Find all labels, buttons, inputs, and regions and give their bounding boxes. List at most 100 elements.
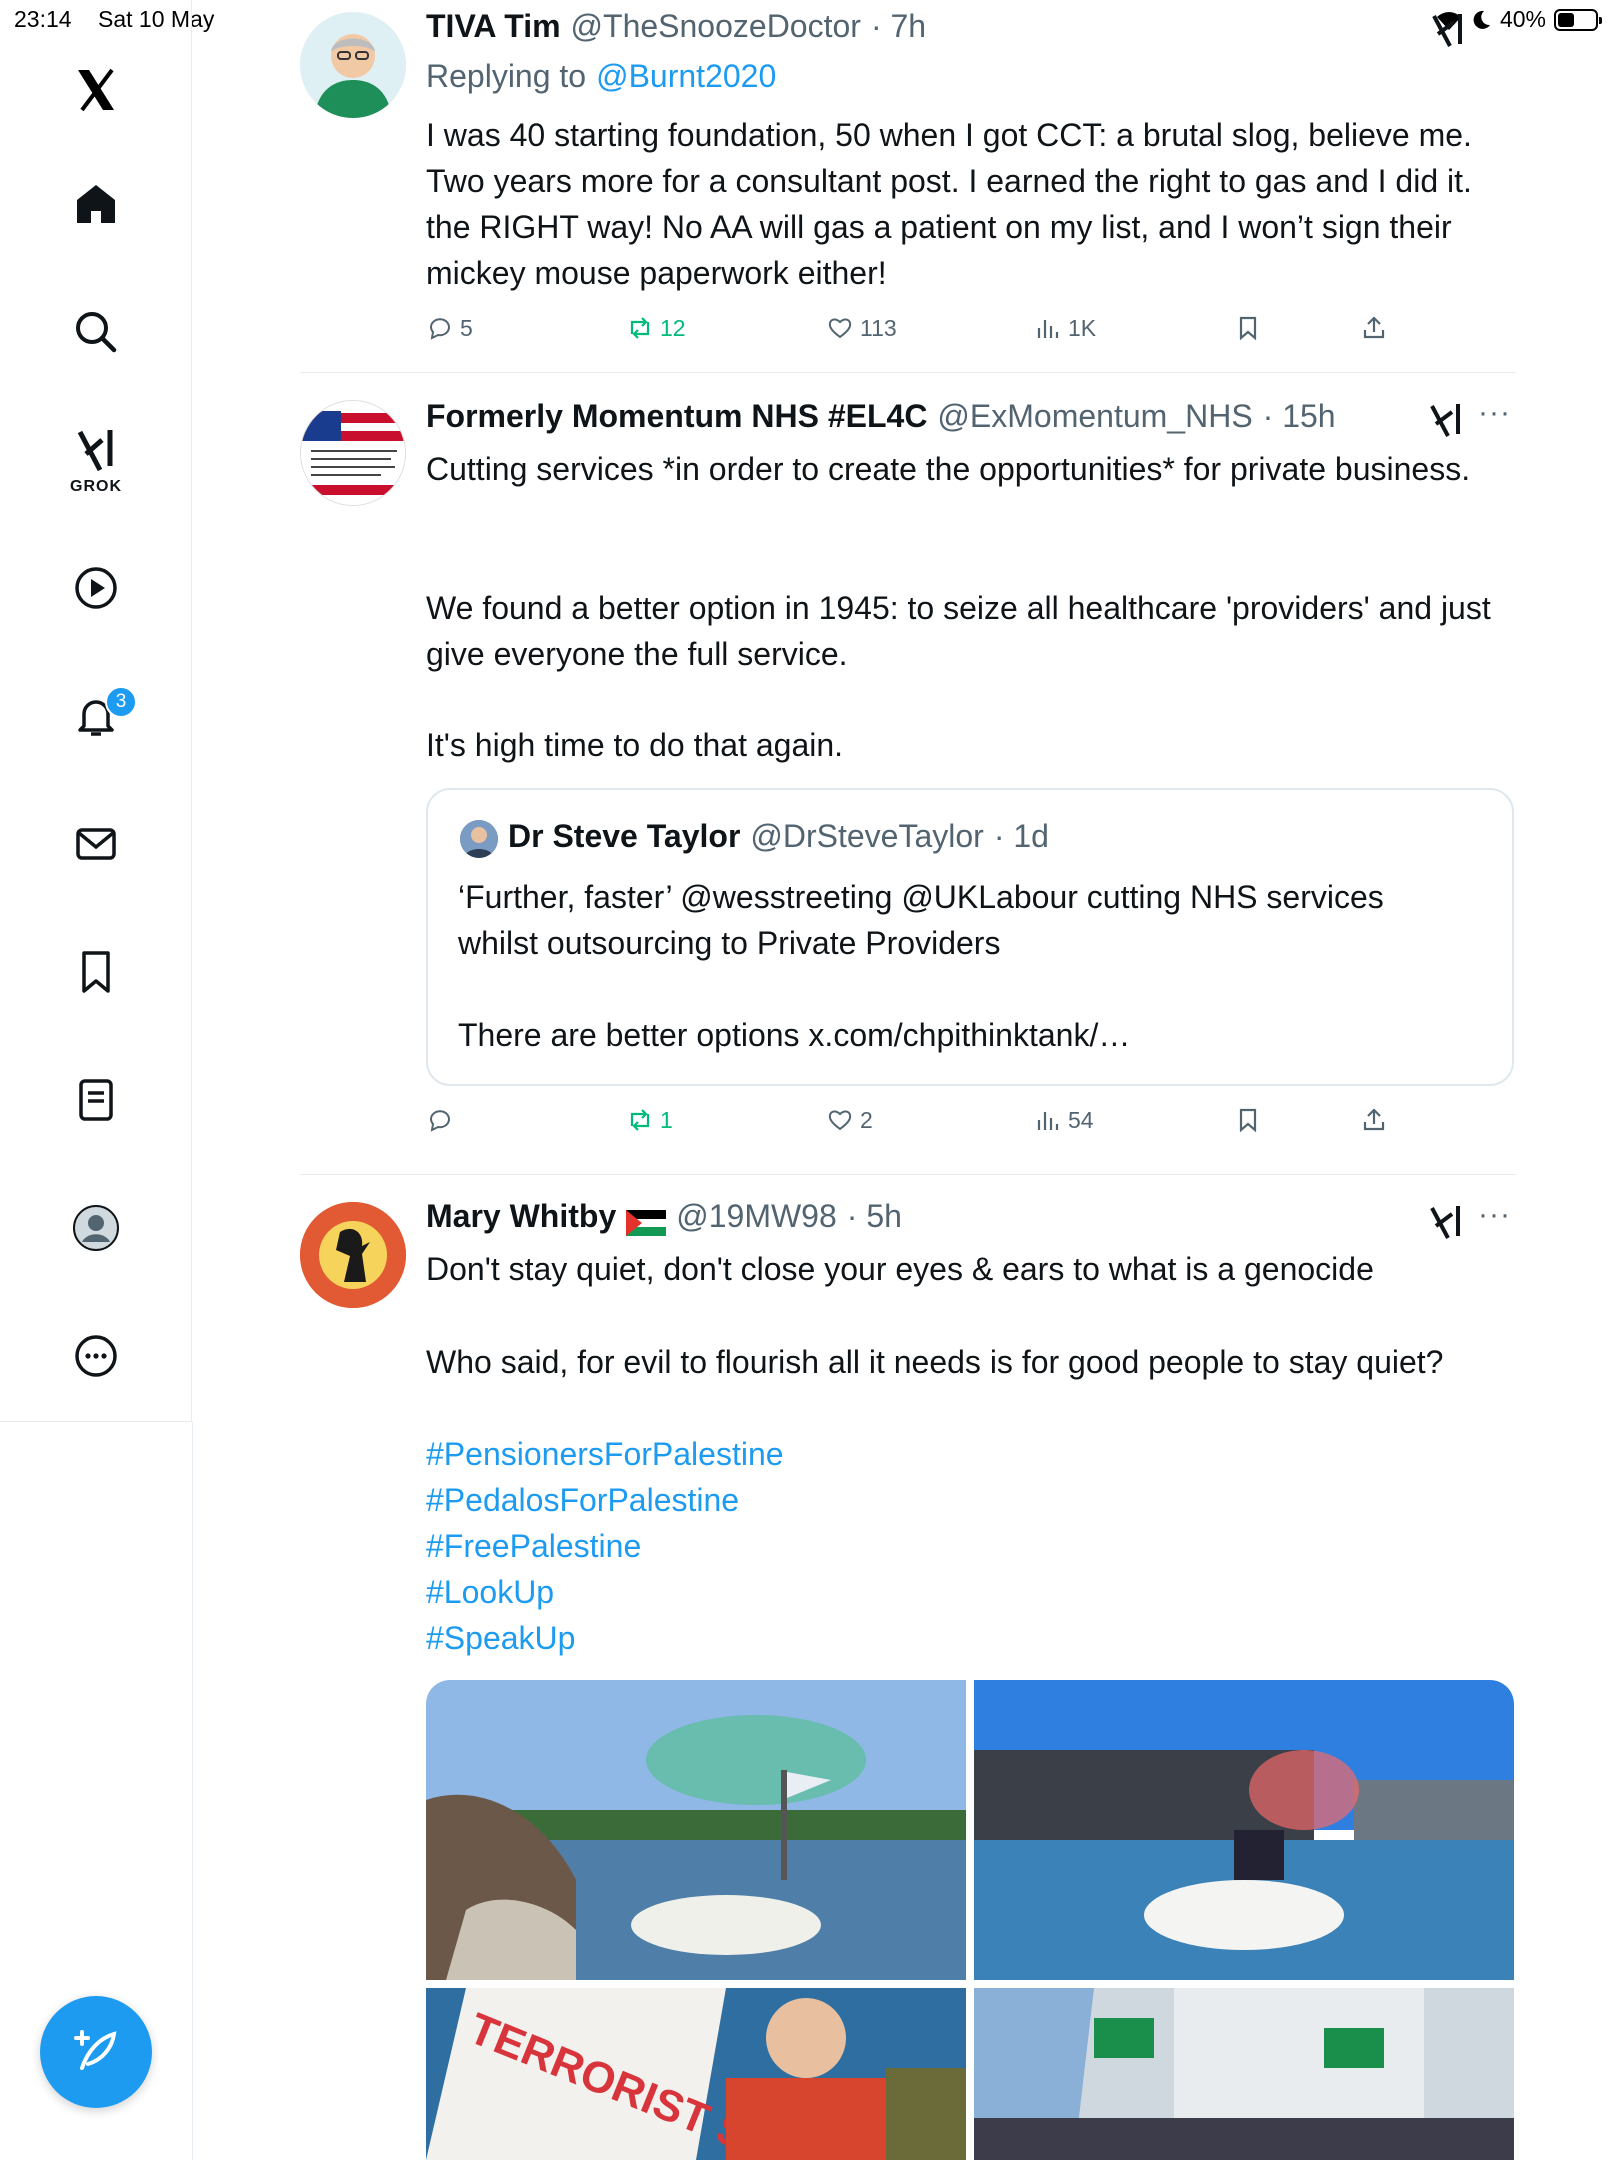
retweet-icon [630,317,650,339]
avatar[interactable] [300,12,406,118]
grok-label: GROK [70,478,122,495]
tweet-divider [300,372,1516,373]
views-count: 54 [1068,1106,1094,1133]
reply-icon [429,318,450,340]
share-button[interactable] [1360,1106,1388,1134]
share-icon [1363,1108,1385,1131]
views-count: 1K [1068,314,1097,341]
media-image[interactable] [974,1988,1514,2160]
bookmark-icon [1239,1108,1257,1133]
grok-icon[interactable] [1426,400,1466,440]
media-image[interactable] [426,1680,966,1980]
tweet-text: I was 40 starting foundation, 50 when I … [426,117,1472,291]
media-image[interactable]: TERRORIST STATE [426,1988,966,2160]
tweet-text-paragraph: We found a better option in 1945: to sei… [426,590,1491,672]
tweet-header: Formerly Momentum NHS #EL4C @ExMomentum_… [426,398,1336,435]
sidebar: GROK 3 [0,0,192,1422]
quoted-tweet[interactable]: Dr Steve Taylor @DrSteveTaylor · 1d ‘Fur… [426,788,1514,1086]
heart-icon [828,318,852,339]
heart-icon [828,1110,852,1131]
bookmark-icon [1239,316,1257,341]
hashtag-link[interactable]: #PedalosForPalestine [426,1477,1516,1523]
quote-author-name: Dr Steve Taylor [508,818,741,854]
hashtag-link[interactable]: #SpeakUp [426,1615,1516,1661]
views-button[interactable]: 54 [1034,1106,1094,1134]
bookmark-button[interactable] [1234,1106,1262,1134]
home-icon[interactable] [66,174,126,234]
reply-button[interactable] [426,1106,460,1134]
author-handle[interactable]: @TheSnoozeDoctor [571,8,861,45]
author-handle[interactable]: @ExMomentum_NHS [937,398,1252,435]
tweet-time[interactable]: · 7h [871,8,926,45]
author-name[interactable]: TIVA Tim [426,8,561,45]
author-name[interactable]: Mary Whitby [426,1198,616,1235]
compose-button[interactable] [40,1996,152,2108]
like-count: 2 [860,1106,873,1133]
views-chart-icon [1037,320,1059,338]
avatar [460,820,498,858]
tweet-text-paragraph: Don't stay quiet, don't close your eyes … [426,1251,1374,1287]
search-icon[interactable] [66,302,126,362]
retweet-button[interactable]: 1 [626,1106,673,1134]
retweet-button[interactable]: 12 [626,314,686,342]
tweet-text-paragraph: Who said, for evil to flourish all it ne… [426,1344,1444,1380]
battery-percent: 40% [1499,6,1546,32]
views-chart-icon [1037,1112,1059,1130]
avatar[interactable] [300,400,406,506]
avatar[interactable] [300,1202,406,1308]
reply-icon [429,1110,450,1132]
tweet-text-paragraph: It's high time to do that again. [426,727,844,763]
sidebar-border [192,1422,193,2160]
more-options-icon[interactable]: ··· [1478,1198,1511,1232]
like-count: 113 [860,314,897,341]
grok-icon[interactable] [1428,10,1468,50]
media-grid: TERRORIST STATE [426,1680,1514,2160]
reply-to-link[interactable]: @Burnt2020 [596,58,776,95]
reply-button[interactable]: 5 [426,314,473,342]
battery-icon [1554,8,1602,31]
notification-badge: 3 [105,686,137,718]
quote-text: ‘Further, faster’ @wesstreeting @UKLabou… [458,879,1384,961]
lists-icon[interactable] [66,1070,126,1130]
more-options-icon[interactable]: ··· [1478,396,1511,430]
reply-prefix: Replying to [426,58,587,94]
quote-text: There are better options x.com/chpithink… [458,1017,1131,1053]
hashtag-link[interactable]: #LookUp [426,1569,1516,1615]
bookmark-button[interactable] [1234,314,1262,342]
hashtag-link[interactable]: #PensionersForPalestine [426,1431,1516,1477]
author-handle[interactable]: @19MW98 [676,1198,837,1235]
like-button[interactable]: 2 [826,1106,873,1134]
tweet-header: Mary Whitby @19MW98 · 5h [426,1198,902,1236]
retweet-count: 1 [660,1106,673,1133]
bookmark-icon[interactable] [66,942,126,1002]
video-play-icon[interactable] [66,558,126,618]
palestine-flag-icon [626,1209,667,1236]
profile-avatar-icon[interactable] [66,1198,126,1258]
share-icon [1363,316,1385,339]
compose-feather-icon [74,2030,117,2070]
quote-author-handle: @DrSteveTaylor [750,818,984,854]
author-name[interactable]: Formerly Momentum NHS #EL4C [426,398,927,435]
grok-icon[interactable] [1426,1202,1466,1242]
like-button[interactable]: 113 [826,314,897,342]
retweet-icon [630,1109,650,1131]
tweet-header: TIVA Tim @TheSnoozeDoctor · 7h [426,8,926,45]
hashtag-link[interactable]: #FreePalestine [426,1523,1516,1569]
tweet-time[interactable]: · 15h [1263,398,1336,435]
more-circle-icon[interactable] [66,1326,126,1386]
tweet-time[interactable]: · 5h [847,1198,902,1235]
tweet-text-paragraph: Cutting services *in order to create the… [426,451,1471,487]
x-logo-icon[interactable] [66,60,126,120]
reply-context: Replying to @Burnt2020 [426,58,776,95]
media-image[interactable] [974,1680,1514,1980]
grok-icon[interactable] [66,420,126,480]
moon-icon [1473,10,1490,29]
messages-envelope-icon[interactable] [66,814,126,874]
views-button[interactable]: 1K [1034,314,1096,342]
quote-header: Dr Steve Taylor @DrSteveTaylor · 1d [508,818,1049,855]
share-button[interactable] [1360,314,1388,342]
tweet-divider [300,1174,1516,1175]
quote-time: · 1d [993,818,1049,854]
reply-count: 5 [460,314,473,341]
retweet-count: 12 [660,314,686,341]
